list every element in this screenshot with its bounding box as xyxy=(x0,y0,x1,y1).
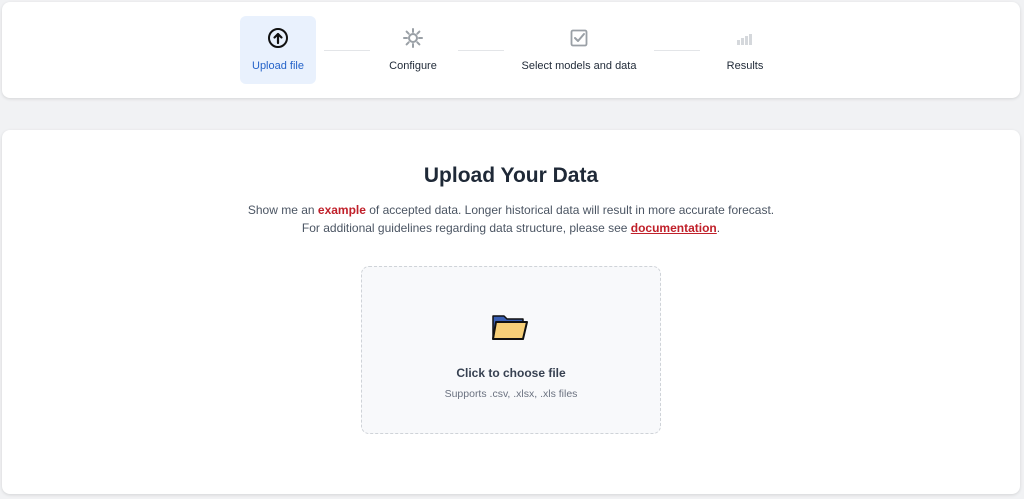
dropzone-subtitle: Supports .csv, .xlsx, .xls files xyxy=(444,388,578,400)
dropzone-title: Click to choose file xyxy=(456,366,566,380)
stepper-card: Upload file Configure Select models and … xyxy=(2,2,1020,98)
description-line-1: Show me an example of accepted data. Lon… xyxy=(2,203,1020,217)
example-link[interactable]: example xyxy=(318,203,366,217)
upload-card: Upload Your Data Show me an example of a… xyxy=(2,130,1020,494)
step-upload-file[interactable]: Upload file xyxy=(240,16,316,84)
desc-text: of accepted data. Longer historical data… xyxy=(365,203,775,217)
folder-icon xyxy=(490,311,530,343)
step-label: Configure xyxy=(389,60,437,72)
checkbox-icon xyxy=(567,26,591,50)
desc-text: For additional guidelines regarding data… xyxy=(301,221,631,235)
step-connector xyxy=(324,50,370,51)
file-dropzone[interactable]: Click to choose file Supports .csv, .xls… xyxy=(361,266,661,434)
description-line-2: For additional guidelines regarding data… xyxy=(2,221,1020,235)
page-title: Upload Your Data xyxy=(423,164,599,187)
step-label: Results xyxy=(726,60,764,72)
step-label: Select models and data xyxy=(521,60,637,72)
documentation-link[interactable]: documentation xyxy=(631,221,717,235)
step-label: Upload file xyxy=(252,60,304,72)
step-configure[interactable]: Configure xyxy=(378,16,448,84)
desc-text: . xyxy=(716,221,721,235)
upload-circle-icon xyxy=(266,26,290,50)
step-results[interactable]: Results xyxy=(714,16,776,84)
step-connector xyxy=(458,50,504,51)
gear-icon xyxy=(401,26,425,50)
bar-chart-icon xyxy=(733,26,757,50)
step-select-models[interactable]: Select models and data xyxy=(518,16,640,84)
step-connector xyxy=(654,50,700,51)
desc-text: Show me an xyxy=(247,203,318,217)
